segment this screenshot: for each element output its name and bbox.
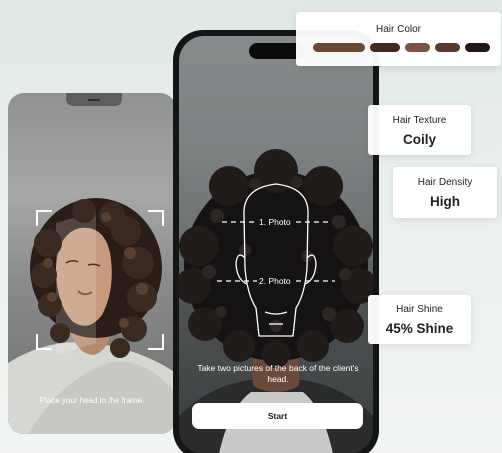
color-swatch[interactable] bbox=[405, 43, 430, 52]
left-phone-screen: Place your head in the frame. bbox=[8, 93, 176, 434]
hair-texture-card: Hair Texture Coily bbox=[368, 105, 471, 155]
hair-texture-value: Coily bbox=[402, 132, 436, 147]
hair-shine-card: Hair Shine 45% Shine bbox=[368, 295, 471, 344]
frame-corner bbox=[36, 334, 52, 350]
left-instruction-text: Place your head in the frame. bbox=[39, 396, 145, 405]
frame-corner bbox=[36, 210, 52, 226]
hair-density-value: High bbox=[430, 194, 460, 209]
hair-color-swatches bbox=[313, 43, 490, 52]
back-of-head-photo bbox=[179, 149, 373, 453]
face-frame bbox=[36, 210, 164, 350]
frame-corner bbox=[148, 210, 164, 226]
photo-2-label: 2. Photo bbox=[259, 276, 291, 286]
main-instruction-text: Take two pictures of the back of the cli… bbox=[197, 363, 359, 384]
photo-1-label: 1. Photo bbox=[259, 217, 291, 227]
left-phone-notch bbox=[66, 93, 122, 106]
hair-density-card: Hair Density High bbox=[393, 167, 497, 218]
hair-density-label: Hair Density bbox=[417, 177, 473, 188]
hair-shine-value: 45% Shine bbox=[385, 321, 454, 336]
start-button[interactable]: Start bbox=[192, 403, 363, 429]
hair-color-label: Hair Color bbox=[375, 24, 421, 35]
frame-corner bbox=[148, 334, 164, 350]
hair-shine-label: Hair Shine bbox=[396, 304, 443, 315]
color-swatch[interactable] bbox=[435, 43, 460, 52]
color-swatch[interactable] bbox=[313, 43, 365, 52]
hair-texture-label: Hair Texture bbox=[392, 115, 447, 126]
color-swatch[interactable] bbox=[370, 43, 400, 52]
hair-color-card: Hair Color bbox=[296, 12, 501, 66]
color-swatch[interactable] bbox=[465, 43, 490, 52]
main-phone-screen: 1. Photo 2. Photo Take two pictures of t… bbox=[179, 36, 373, 453]
main-phone: 1. Photo 2. Photo Take two pictures of t… bbox=[173, 30, 379, 453]
